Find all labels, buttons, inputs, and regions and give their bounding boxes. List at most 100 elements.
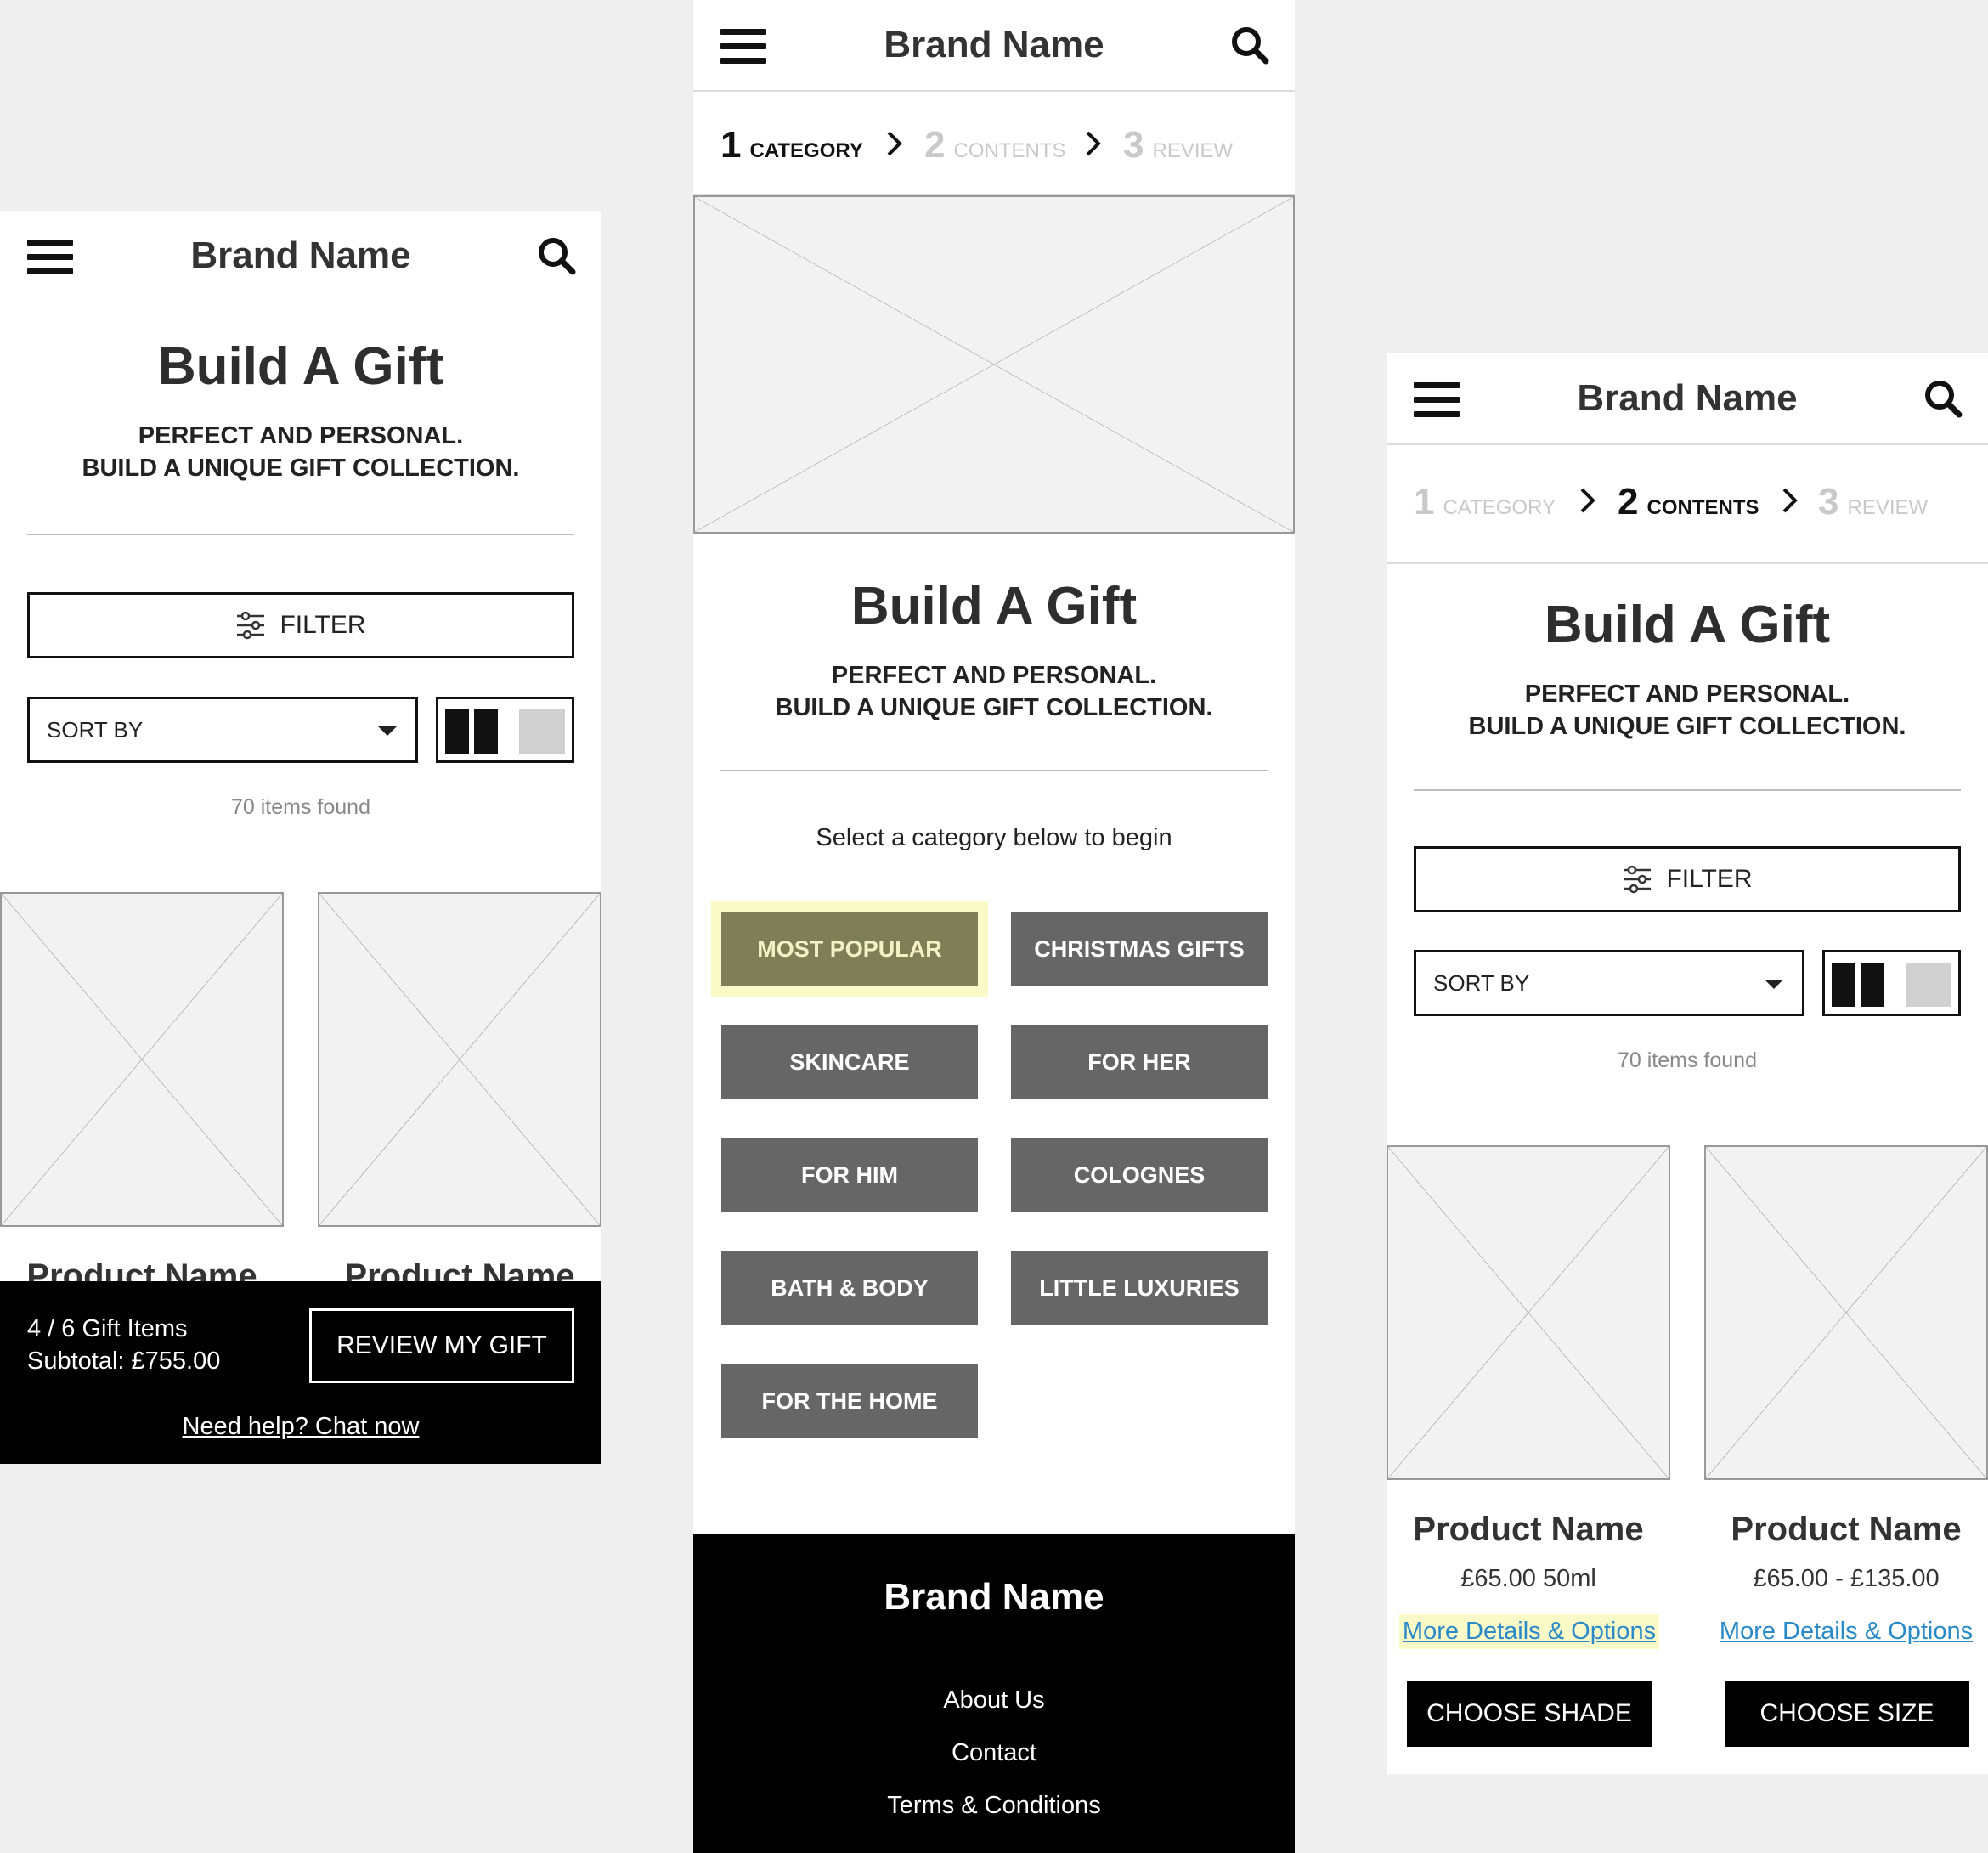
step-label: CONTENTS (953, 139, 1066, 162)
filter-button[interactable]: FILTER (27, 592, 574, 658)
step-number: 2 (1618, 481, 1639, 523)
step-number: 3 (1123, 124, 1144, 166)
filter-sliders-icon (1624, 865, 1652, 894)
site-footer: Brand Name About Us Contact Terms & Cond… (693, 1534, 1295, 1853)
brand-name[interactable]: Brand Name (0, 234, 601, 277)
screen-contents-products: Brand Name 1 CATEGORY 2 CONTENTS 3 REVIEW B… (1387, 353, 1988, 1774)
grid-view-icon[interactable] (445, 709, 469, 754)
image-placeholder-icon (695, 197, 1293, 532)
items-found-count: 70 items found (231, 795, 370, 819)
image-placeholder-icon (1388, 1147, 1669, 1478)
category-for-him[interactable]: FOR HIM (721, 1138, 978, 1212)
sort-by-select[interactable]: SORT BY (27, 697, 418, 763)
category-prompt: Select a category below to begin (816, 824, 1172, 851)
category-for-her[interactable]: FOR HER (1011, 1025, 1268, 1099)
category-for-the-home[interactable]: FOR THE HOME (721, 1364, 978, 1438)
view-toggle[interactable] (1822, 950, 1961, 1016)
divider (720, 770, 1268, 771)
page-title: Build A Gift (1544, 596, 1831, 654)
hero-image-placeholder (693, 195, 1295, 534)
grid-view-icon[interactable] (1861, 963, 1884, 1007)
image-placeholder-icon (2, 894, 282, 1225)
category-bath-and-body[interactable]: BATH & BODY (721, 1251, 978, 1325)
step-review[interactable]: 3 REVIEW (1123, 124, 1233, 167)
image-placeholder-icon (1706, 1147, 1986, 1478)
footer-link-terms[interactable]: Terms & Conditions (693, 1792, 1295, 1820)
product-image-placeholder[interactable] (318, 892, 601, 1227)
review-my-gift-button[interactable]: REVIEW MY GIFT (309, 1308, 574, 1383)
image-placeholder-icon (319, 894, 600, 1225)
screen-category-select: Brand Name 1 CATEGORY 2 CONTENTS 3 REVIEW B… (693, 0, 1295, 1853)
subtitle-line: PERFECT AND PERSONAL. (1524, 681, 1850, 708)
list-view-icon[interactable] (519, 709, 565, 754)
product-name[interactable]: Product Name (1387, 1511, 1670, 1549)
filter-button[interactable]: FILTER (1414, 846, 1961, 912)
top-bar: Brand Name (693, 0, 1295, 92)
page-subtitle: PERFECT AND PERSONAL. BUILD A UNIQUE GIF… (1387, 678, 1988, 743)
list-view-icon[interactable] (1906, 963, 1951, 1007)
search-icon[interactable] (1230, 25, 1269, 65)
page-title: Build A Gift (157, 337, 444, 396)
subtitle-line: PERFECT AND PERSONAL. (831, 662, 1157, 689)
category-skincare[interactable]: SKINCARE (721, 1025, 978, 1099)
footer-link-contact[interactable]: Contact (693, 1739, 1295, 1767)
step-number: 1 (1414, 481, 1435, 523)
category-most-popular[interactable]: MOST POPULAR (721, 912, 978, 986)
product-image-placeholder[interactable] (0, 892, 284, 1227)
screen-product-list-with-gift-bar: Brand Name Build A Gift PERFECT AND PERS… (0, 211, 601, 1464)
footer-brand: Brand Name (884, 1576, 1104, 1618)
step-number: 3 (1818, 481, 1839, 523)
grid-view-icon[interactable] (474, 709, 498, 754)
caret-down-icon (1765, 980, 1783, 989)
subtitle-line: BUILD A UNIQUE GIFT COLLECTION. (775, 694, 1213, 721)
gift-items-count: 4 / 6 Gift Items (27, 1315, 188, 1342)
step-number: 2 (924, 124, 946, 166)
chat-help-link[interactable]: Need help? Chat now (0, 1413, 601, 1441)
subtitle-line: BUILD A UNIQUE GIFT COLLECTION. (82, 455, 520, 482)
category-christmas-gifts[interactable]: CHRISTMAS GIFTS (1011, 912, 1268, 986)
gift-subtotal: Subtotal: £755.00 (27, 1347, 221, 1375)
page-title: Build A Gift (850, 577, 1138, 636)
step-label: CONTENTS (1646, 496, 1759, 519)
sort-label: SORT BY (1433, 969, 1530, 996)
product-image-placeholder[interactable] (1704, 1145, 1988, 1480)
step-progress: 1 CATEGORY 2 CONTENTS 3 REVIEW (693, 93, 1295, 195)
choose-size-button[interactable]: CHOOSE SIZE (1725, 1681, 1969, 1747)
sort-by-select[interactable]: SORT BY (1414, 950, 1804, 1016)
category-colognes[interactable]: COLOGNES (1011, 1138, 1268, 1212)
step-label: REVIEW (1847, 496, 1929, 519)
brand-name[interactable]: Brand Name (1387, 377, 1988, 420)
more-details-link[interactable]: More Details & Options (1711, 1618, 1981, 1646)
step-label: CATEGORY (1443, 496, 1556, 519)
choose-shade-button[interactable]: CHOOSE SHADE (1407, 1681, 1652, 1747)
filter-sliders-icon (237, 611, 265, 640)
chevron-right-icon (1580, 488, 1595, 513)
search-icon[interactable] (1923, 379, 1963, 418)
top-bar: Brand Name (1387, 353, 1988, 445)
step-number: 1 (720, 124, 742, 166)
step-label: CATEGORY (749, 139, 863, 162)
divider (1414, 789, 1961, 791)
product-image-placeholder[interactable] (1387, 1145, 1670, 1480)
step-contents[interactable]: 2 CONTENTS (924, 124, 1065, 167)
step-label: REVIEW (1152, 139, 1234, 162)
step-category[interactable]: 1 CATEGORY (1414, 481, 1556, 523)
subtitle-line: PERFECT AND PERSONAL. (138, 422, 464, 449)
step-review[interactable]: 3 REVIEW (1818, 481, 1928, 523)
footer-link-about[interactable]: About Us (693, 1686, 1295, 1715)
more-details-link[interactable]: More Details & Options (1399, 1614, 1659, 1649)
page-subtitle: PERFECT AND PERSONAL. BUILD A UNIQUE GIF… (693, 659, 1295, 724)
brand-name[interactable]: Brand Name (693, 24, 1295, 66)
view-toggle[interactable] (436, 697, 574, 763)
search-icon[interactable] (537, 236, 576, 275)
product-name[interactable]: Product Name (1704, 1511, 1988, 1549)
grid-view-icon[interactable] (1832, 963, 1855, 1007)
chevron-right-icon (887, 131, 902, 156)
page-subtitle: PERFECT AND PERSONAL. BUILD A UNIQUE GIF… (0, 420, 601, 484)
category-little-luxuries[interactable]: LITTLE LUXURIES (1011, 1251, 1268, 1325)
divider (27, 534, 574, 535)
step-contents[interactable]: 2 CONTENTS (1618, 481, 1759, 523)
gift-progress-bar: 4 / 6 Gift Items Subtotal: £755.00 REVIE… (0, 1281, 601, 1464)
step-category[interactable]: 1 CATEGORY (720, 124, 863, 167)
caret-down-icon (378, 726, 397, 736)
